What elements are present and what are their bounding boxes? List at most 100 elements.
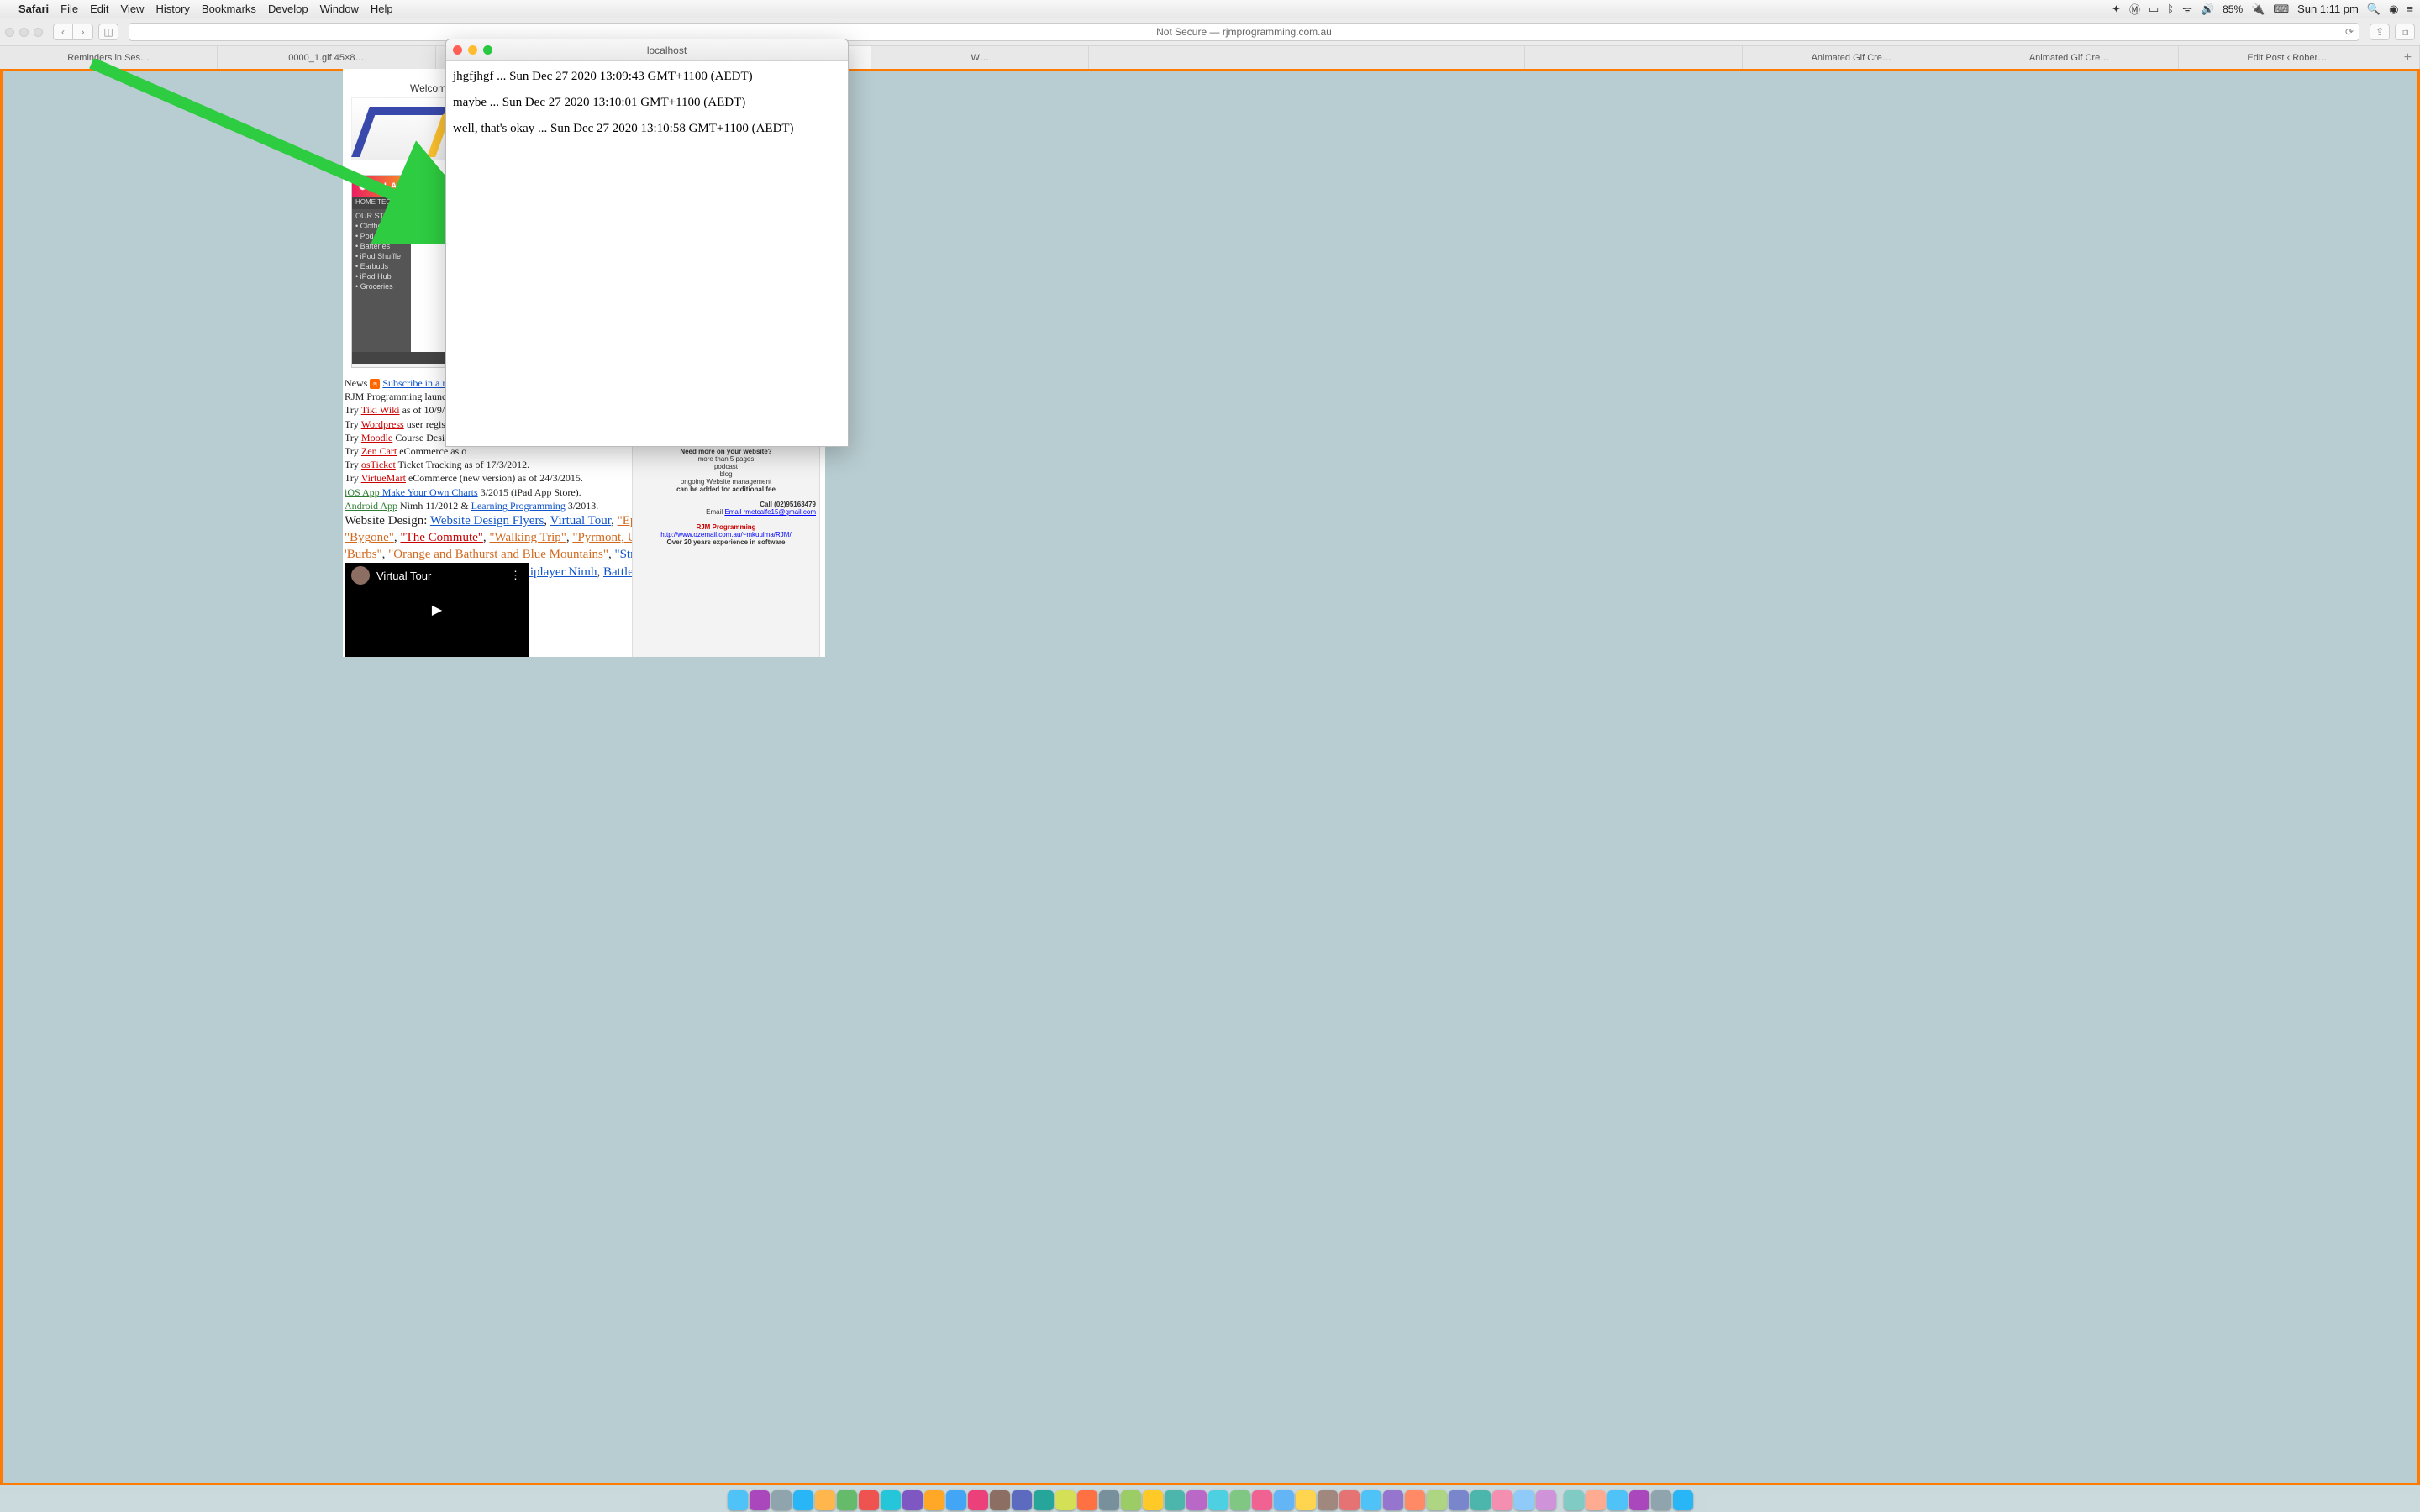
flyer-email[interactable]: Email rmetcalfe15@gmail.com (724, 508, 816, 516)
design-link[interactable]: "Bygone" (345, 531, 394, 544)
dock-app-icon[interactable] (1405, 1490, 1425, 1510)
news-link[interactable]: iOS App (345, 486, 380, 498)
dock-app-icon[interactable] (924, 1490, 944, 1510)
dock-app-icon[interactable] (990, 1490, 1010, 1510)
minimize-icon[interactable] (468, 45, 477, 55)
new-tab-button[interactable]: + (2396, 46, 2420, 69)
status-icon[interactable]: ✦ (2112, 3, 2121, 16)
dock-app-icon[interactable] (1055, 1490, 1076, 1510)
news-link[interactable]: Learning Programming (471, 500, 566, 512)
siri-icon[interactable]: ◉ (2389, 3, 2398, 16)
tab-hidden[interactable] (1089, 46, 1307, 69)
menu-bookmarks[interactable]: Bookmarks (202, 3, 256, 15)
list-item[interactable]: • iPod Shuffle (354, 251, 409, 261)
list-item[interactable]: OUR STORE (354, 211, 409, 221)
news-link[interactable]: Zen Cart (361, 445, 397, 457)
dock-app-icon[interactable] (1143, 1490, 1163, 1510)
close-icon[interactable] (453, 45, 462, 55)
video-embed[interactable]: Virtual Tour ⋮ ▶ (345, 563, 529, 657)
dock-app-icon[interactable] (859, 1490, 879, 1510)
dock-app-icon[interactable] (1296, 1490, 1316, 1510)
dock-app-icon[interactable] (793, 1490, 813, 1510)
dock-app-icon[interactable] (1470, 1490, 1491, 1510)
dock-app-icon[interactable] (1077, 1490, 1097, 1510)
dock-app-icon[interactable] (1427, 1490, 1447, 1510)
dock-app-icon[interactable] (1121, 1490, 1141, 1510)
video-menu-icon[interactable]: ⋮ (510, 569, 523, 582)
list-item[interactable]: • iPod Hub (354, 271, 409, 281)
dock-app-icon[interactable] (1564, 1490, 1584, 1510)
keyboard-icon[interactable]: ⌨ (2273, 3, 2289, 16)
dock-app-icon[interactable] (1629, 1490, 1649, 1510)
dock-app-icon[interactable] (837, 1490, 857, 1510)
dock-app-icon[interactable] (968, 1490, 988, 1510)
design-link[interactable]: "The Commute" (400, 531, 482, 544)
news-link[interactable]: VirtueMart (361, 472, 406, 484)
design-link[interactable]: Virtual Tour (550, 514, 612, 528)
flyer-url[interactable]: http://www.ozemail.com.au/~mkuulma/RJM/ (636, 531, 816, 538)
dock-app-icon[interactable] (881, 1490, 901, 1510)
dock-app-icon[interactable] (1514, 1490, 1534, 1510)
wifi-icon[interactable]: ᯤ (2182, 2, 2192, 17)
show-tabs-button[interactable]: ⧉ (2395, 24, 2415, 40)
battery-icon[interactable]: 🔌 (2251, 3, 2265, 16)
app-name[interactable]: Safari (18, 3, 49, 15)
tab-reminders[interactable]: Reminders in Ses… (0, 46, 218, 69)
volume-icon[interactable]: 🔊 (2201, 3, 2214, 16)
dock-app-icon[interactable] (1449, 1490, 1469, 1510)
menu-window[interactable]: Window (320, 3, 359, 15)
tab-hidden[interactable] (1525, 46, 1743, 69)
menu-file[interactable]: File (60, 3, 78, 15)
back-button[interactable]: ‹ (53, 24, 73, 40)
menu-view[interactable]: View (121, 3, 145, 15)
dock-app-icon[interactable] (1230, 1490, 1250, 1510)
dock-app-icon[interactable] (1318, 1490, 1338, 1510)
menu-history[interactable]: History (155, 3, 189, 15)
dock-app-icon[interactable] (1383, 1490, 1403, 1510)
popup-traffic-lights[interactable] (453, 45, 492, 55)
dock-app-icon[interactable] (1012, 1490, 1032, 1510)
dock-app-icon[interactable] (1186, 1490, 1207, 1510)
dock-app-icon[interactable] (1586, 1490, 1606, 1510)
news-link[interactable]: Wordpress (361, 418, 404, 430)
design-link[interactable]: "Walking Trip" (489, 531, 566, 544)
dock-app-icon[interactable] (946, 1490, 966, 1510)
design-link[interactable]: Website Design Flyers (430, 514, 544, 528)
tab-edit-post[interactable]: Edit Post ‹ Rober… (2179, 46, 2396, 69)
clock[interactable]: Sun 1:11 pm (2297, 3, 2359, 15)
tab-animated-gif-2[interactable]: Animated Gif Cre… (1960, 46, 2178, 69)
status-icon[interactable]: Ⓜ (2129, 1, 2140, 17)
dock-app-icon[interactable] (1673, 1490, 1693, 1510)
design-link[interactable]: "Orange and Bathurst and Blue Mountains" (388, 548, 608, 561)
list-item[interactable]: • Clothes (354, 221, 409, 231)
news-link[interactable]: Moodle (361, 432, 392, 444)
dock-app-icon[interactable] (815, 1490, 835, 1510)
list-item[interactable]: • Groceries (354, 281, 409, 291)
dock-app-icon[interactable] (902, 1490, 923, 1510)
news-link[interactable]: osTicket (361, 459, 396, 470)
dock-app-icon[interactable] (1274, 1490, 1294, 1510)
dock-app-icon[interactable] (1607, 1490, 1628, 1510)
popup-titlebar[interactable]: localhost (446, 39, 848, 61)
dock-app-icon[interactable] (1651, 1490, 1671, 1510)
dock-app-icon[interactable] (1361, 1490, 1381, 1510)
reload-icon[interactable]: ⟳ (2345, 26, 2354, 38)
notification-center-icon[interactable]: ≡ (2407, 3, 2413, 15)
forward-button[interactable]: › (73, 24, 93, 40)
play-button-icon[interactable]: ▶ (418, 596, 456, 623)
dock-app-icon[interactable] (750, 1490, 770, 1510)
dock-app-icon[interactable] (1536, 1490, 1556, 1510)
news-link[interactable]: Make Your Own Charts (380, 486, 478, 498)
bluetooth-icon[interactable]: ᛒ (2167, 3, 2174, 15)
dock-app-icon[interactable] (1099, 1490, 1119, 1510)
dock-app-icon[interactable] (1252, 1490, 1272, 1510)
dock-app-icon[interactable] (1339, 1490, 1360, 1510)
share-button[interactable]: ⇪ (2370, 24, 2390, 40)
rss-icon[interactable]: ෧ (370, 379, 380, 389)
tab-w[interactable]: W… (871, 46, 1089, 69)
tab-hidden[interactable] (1307, 46, 1525, 69)
news-link[interactable]: Android App (345, 500, 397, 512)
dock-app-icon[interactable] (1492, 1490, 1512, 1510)
dock-app-icon[interactable] (1034, 1490, 1054, 1510)
spotlight-icon[interactable]: 🔍 (2367, 3, 2381, 16)
